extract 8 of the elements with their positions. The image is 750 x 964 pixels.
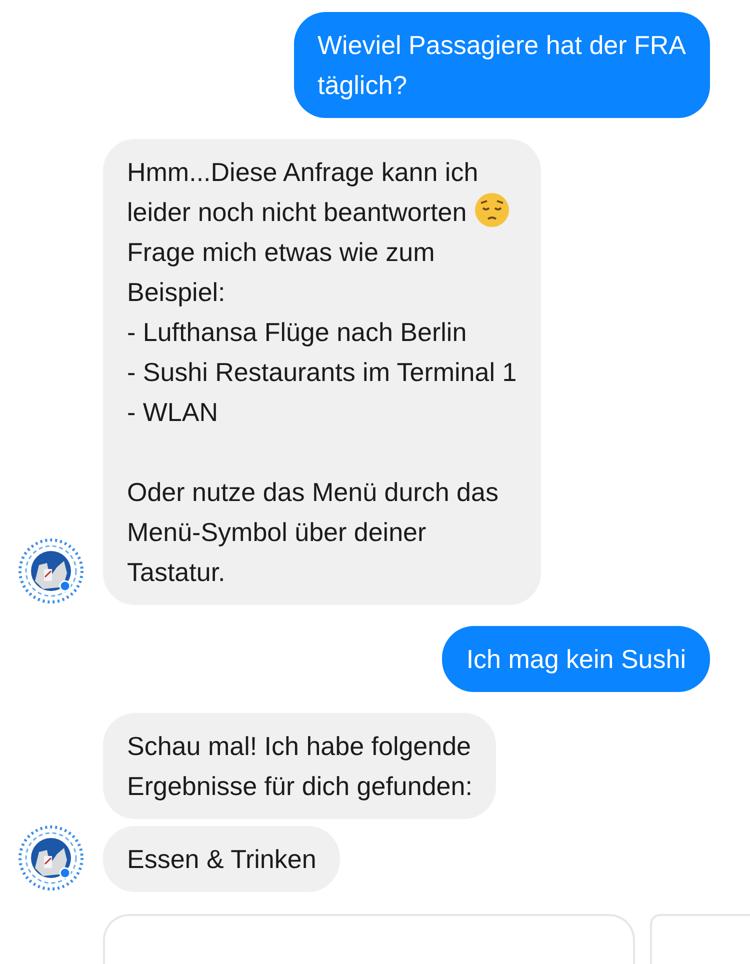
message-text: Ich mag kein Sushi — [466, 644, 686, 674]
message-text: Schau mal! Ich habe folgende Ergebnisse für dich gefunden: — [127, 731, 472, 801]
result-card[interactable] — [103, 914, 635, 964]
pensive-emoji-icon — [474, 192, 510, 228]
message-text: Frage mich etwas wie zum Beispiel: - Lufthansa Flüge nach Berlin - Sushi Restaurants im Terminal 1 - WLAN Oder nutze das Menü durch das Menü-Symbol über deiner Tastatur. — [127, 237, 517, 587]
message-text: Essen & Trinken — [127, 844, 316, 874]
message-text: Wieviel Passagiere hat der FRA täglich? — [318, 30, 686, 100]
message-text: Hmm...Diese Anfrage kann ich leider noch nicht beantworten — [127, 157, 478, 227]
